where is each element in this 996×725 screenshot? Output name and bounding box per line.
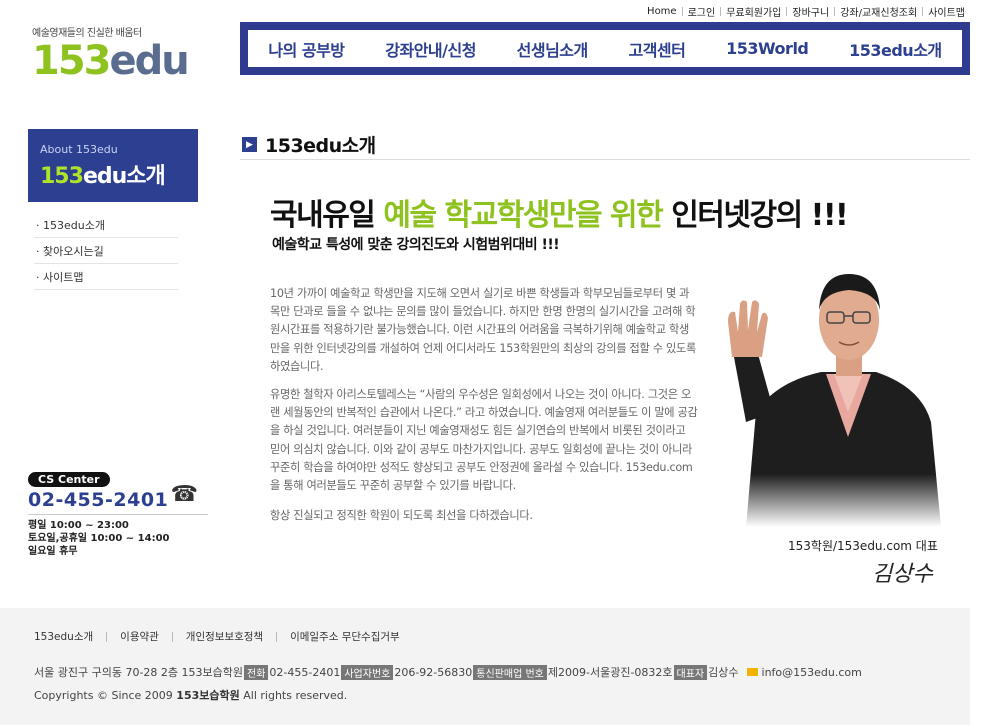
cs-hours-saturday: 토요일,공휴일 10:00 ~ 14:00 (28, 533, 170, 544)
top-link-sitemap[interactable]: 사이트맵 (923, 4, 970, 19)
divider (28, 514, 208, 515)
site-logo[interactable]: 예술영재들의 진실한 배움터 153edu (32, 24, 190, 84)
rep-value: 김상수 (708, 666, 739, 679)
sidebar-subtitle: About 153edu (40, 143, 118, 156)
top-link-signup[interactable]: 무료회원가입 (721, 4, 786, 19)
mail-order-label: 통신판매업 번호 (473, 664, 547, 680)
representative-signature: 김상수 (872, 562, 933, 587)
footer-address: 서울 광진구 구의동 70-28 2층 153보습학원 전화 02-455-240… (34, 664, 862, 680)
intro-text: 10년 가까이 예술학교 학생만을 지도해 오면서 실기로 바쁜 학생들과 학부… (270, 285, 698, 535)
section-header: ▶ 153edu소개 (240, 130, 970, 160)
telephone-icon: ☎ (170, 482, 198, 507)
arrow-icon: ▶ (242, 137, 257, 152)
logo-wordmark: 153edu (32, 38, 190, 84)
copyright-suffix: All rights reserved. (239, 689, 348, 702)
nav-teachers[interactable]: 선생님소개 (517, 37, 589, 61)
headline-part1: 국내유일 (270, 198, 384, 233)
main-nav: 나의 공부방 강좌안내/신청 선생님소개 고객센터 153World 153ed… (240, 22, 970, 75)
sidebar-title-text: edu소개 (82, 164, 166, 189)
nav-153world[interactable]: 153World (726, 39, 809, 58)
footer-link-privacy[interactable]: 개인정보보호정책 (173, 629, 276, 644)
sidebar-title-number: 153 (40, 164, 84, 189)
logo-text: edu (109, 38, 190, 84)
representative-title: 153학원/153edu.com 대표 (788, 539, 938, 553)
footer-links: 153edu소개 이용약관 개인정보보호정책 이메일주소 무단수집거부 (34, 629, 413, 644)
sidebar-item-directions[interactable]: · 찾아오시는길 (34, 238, 178, 264)
sidebar-header: About 153edu 153edu소개 (28, 129, 198, 202)
rep-label: 대표자 (673, 664, 708, 680)
nav-customer-center[interactable]: 고객센터 (628, 37, 685, 61)
address-text: 서울 광진구 구의동 70-28 2층 153보습학원 (34, 666, 243, 679)
director-photo (726, 262, 946, 527)
sidebar-menu: · 153edu소개 · 찾아오시는길 · 사이트맵 (34, 212, 178, 290)
biz-label: 사업자번호 (341, 664, 394, 680)
cs-hours-weekday: 평일 10:00 ~ 23:00 (28, 520, 129, 531)
nav-courses[interactable]: 강좌안내/신청 (385, 37, 476, 61)
cs-badge: CS Center (28, 472, 110, 487)
tel-label: 전화 (244, 664, 269, 680)
logo-tagline: 예술영재들의 진실한 배움터 (32, 28, 142, 39)
nav-my-study-room[interactable]: 나의 공부방 (268, 37, 345, 61)
intro-paragraph-1: 10년 가까이 예술학교 학생만을 지도해 오면서 실기로 바쁜 학생들과 학부… (270, 287, 696, 373)
nav-about[interactable]: 153edu소개 (849, 37, 942, 61)
top-link-order-lookup[interactable]: 강좌/교재신청조회 (835, 4, 922, 19)
copyright: Copyrights © Since 2009 153보습학원 All righ… (34, 687, 347, 703)
footer-link-email-policy[interactable]: 이메일주소 무단수집거부 (277, 629, 413, 644)
footer-link-about[interactable]: 153edu소개 (34, 629, 106, 644)
headline: 국내유일 예술 학교학생만을 위한 인터넷강의 !!! (270, 190, 849, 234)
copyright-prefix: Copyrights © Since 2009 (34, 689, 177, 702)
logo-number: 153 (32, 38, 111, 84)
cs-hours-sunday: 일요일 휴무 (28, 546, 78, 557)
sidebar-title: 153edu소개 (40, 158, 186, 190)
sidebar-item-sitemap[interactable]: · 사이트맵 (34, 264, 178, 290)
mail-icon (746, 668, 758, 676)
intro-paragraph-3: 항상 진실되고 정직한 학원이 되도록 최선을 다하겠습니다. (270, 509, 533, 523)
top-utility-links: Home 로그인 무료회원가입 장바구니 강좌/교재신청조회 사이트맵 (642, 4, 970, 19)
page-title: 153edu소개 (265, 135, 376, 157)
sidebar-item-about[interactable]: · 153edu소개 (34, 212, 178, 238)
top-link-login[interactable]: 로그인 (683, 4, 721, 19)
footer: 153edu소개 이용약관 개인정보보호정책 이메일주소 무단수집거부 서울 광… (0, 608, 970, 725)
copyright-company: 153보습학원 (176, 689, 240, 702)
top-link-cart[interactable]: 장바구니 (787, 4, 834, 19)
intro-paragraph-2: 유명한 철학자 아리스토텔레스는 “사람의 우수성은 일회성에서 나오는 것이 … (270, 388, 698, 493)
cs-center: CS Center 02-455-2401 ☎ 평일 10:00 ~ 23:00… (28, 472, 208, 558)
headline-highlight: 예술 학교학생만을 위한 (383, 198, 663, 233)
top-link-home[interactable]: Home (642, 6, 682, 17)
biz-value: 206-92-56830 (394, 665, 473, 679)
footer-email[interactable]: info@153edu.com (762, 666, 862, 679)
mail-order-value: 제2009-서울광진-0832호 (547, 666, 673, 679)
headline-part2: 인터넷강의 !!! (662, 198, 848, 233)
footer-link-terms[interactable]: 이용약관 (107, 629, 172, 644)
tel-value: 02-455-2401 (269, 665, 341, 679)
subheadline: 예술학교 특성에 맞춘 강의진도와 시험범위대비 !!! (272, 237, 560, 253)
